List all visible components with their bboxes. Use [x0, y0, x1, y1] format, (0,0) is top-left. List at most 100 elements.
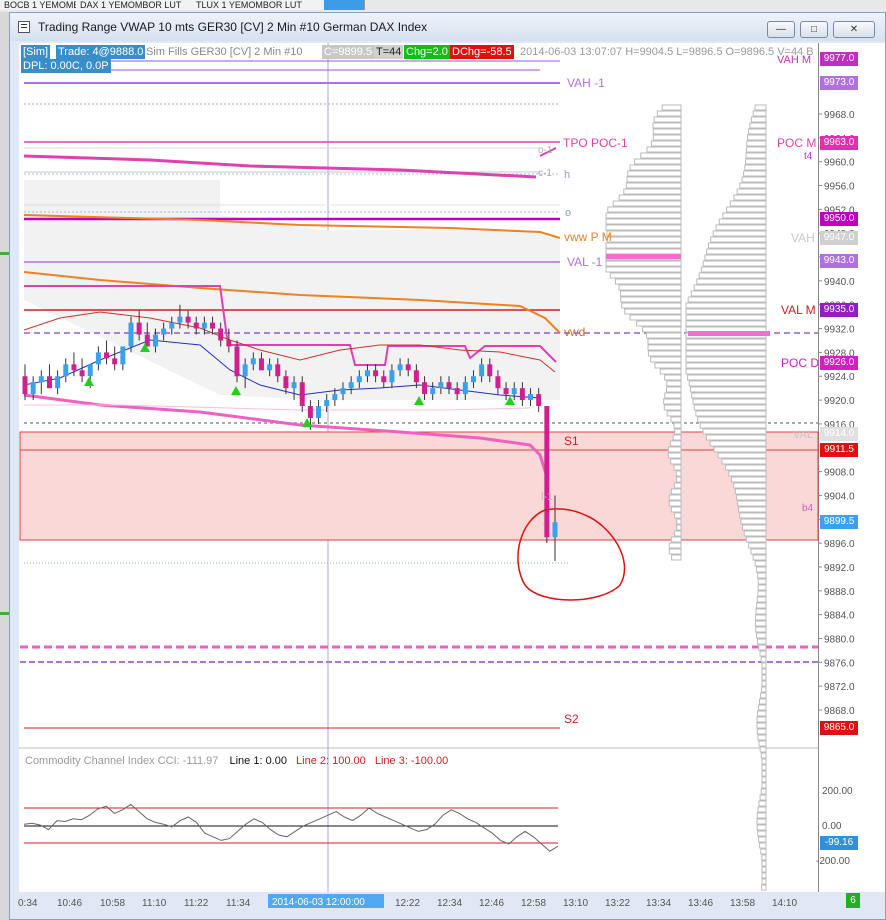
- profile-bar: [685, 338, 767, 345]
- profile-bar: [761, 662, 767, 669]
- candle-body[interactable]: [356, 376, 362, 383]
- profile-bar: [757, 572, 767, 579]
- candle-body[interactable]: [169, 322, 175, 329]
- price-tag: 9977.0: [820, 52, 858, 66]
- candle-body[interactable]: [136, 322, 142, 335]
- profile-bar: [607, 206, 682, 213]
- candle-body[interactable]: [128, 322, 134, 347]
- candle-body[interactable]: [226, 340, 232, 347]
- candle-body[interactable]: [364, 370, 370, 377]
- candle-body[interactable]: [299, 382, 305, 407]
- candle-body[interactable]: [95, 352, 101, 365]
- candle-body[interactable]: [22, 376, 28, 395]
- profile-bar: [690, 290, 767, 297]
- candle-body[interactable]: [422, 382, 428, 395]
- label-val1: VAL -1: [567, 255, 603, 269]
- profile-bar: [761, 782, 767, 789]
- candle-body[interactable]: [307, 406, 313, 418]
- candle-body[interactable]: [258, 358, 264, 371]
- profile-bar: [676, 524, 682, 531]
- candle-body[interactable]: [218, 328, 224, 341]
- candle-body[interactable]: [234, 346, 240, 377]
- candle-body[interactable]: [291, 382, 297, 389]
- profile-bar: [743, 170, 767, 177]
- candle-body[interactable]: [470, 376, 476, 383]
- candle-body[interactable]: [112, 358, 118, 365]
- candle-body[interactable]: [63, 364, 69, 377]
- candle-body[interactable]: [462, 382, 468, 395]
- candle-body[interactable]: [104, 352, 110, 359]
- profile-bar: [647, 350, 682, 357]
- cci-line2-label: Line 2: 100.00: [296, 755, 366, 767]
- profile-bar: [699, 422, 767, 429]
- candle-body[interactable]: [250, 358, 256, 365]
- profile-bar: [650, 356, 682, 363]
- profile-bar: [759, 746, 767, 753]
- candle-body[interactable]: [324, 400, 330, 407]
- candle-body[interactable]: [267, 364, 273, 371]
- candle-body[interactable]: [373, 370, 379, 377]
- candle-body[interactable]: [38, 376, 44, 383]
- candle-body[interactable]: [503, 388, 509, 395]
- profile-bar: [748, 542, 767, 549]
- candle-body[interactable]: [71, 364, 77, 371]
- candle-body[interactable]: [161, 328, 167, 335]
- candle-body[interactable]: [536, 394, 542, 407]
- candle-body[interactable]: [316, 406, 322, 418]
- candle-body[interactable]: [275, 364, 281, 377]
- candle-body[interactable]: [479, 364, 485, 377]
- candle-body[interactable]: [120, 346, 126, 365]
- candle-body[interactable]: [413, 370, 419, 383]
- candle-body[interactable]: [87, 364, 93, 377]
- candle-body[interactable]: [511, 388, 517, 395]
- candle-body[interactable]: [487, 364, 493, 377]
- candle-body[interactable]: [519, 388, 525, 401]
- price-chart[interactable]: 9968.09964.09960.09956.09952.09948.09944…: [0, 0, 886, 920]
- profile-bar: [697, 416, 767, 423]
- candle-body[interactable]: [79, 370, 85, 377]
- candle-body[interactable]: [46, 376, 52, 389]
- candle-body[interactable]: [177, 316, 183, 323]
- profile-bar: [700, 266, 767, 273]
- label-tpo-poc1: TPO POC-1: [563, 136, 628, 150]
- profile-bar: [688, 380, 767, 387]
- candle-body[interactable]: [381, 376, 387, 383]
- candle-body[interactable]: [283, 376, 289, 389]
- time-tick-label: 10:58: [100, 898, 125, 909]
- sim-badge: [Sim]: [21, 45, 51, 59]
- time-tick-label: 12:46: [479, 898, 504, 909]
- candle-body[interactable]: [340, 388, 346, 395]
- time-axis[interactable]: 0:34 10:46 10:58 11:10 11:22 11:34 12:22 12:34 1…: [18, 894, 797, 909]
- profile-bar: [664, 374, 682, 381]
- profile-bar: [760, 788, 767, 795]
- candle-body[interactable]: [544, 406, 550, 538]
- candle-body[interactable]: [430, 388, 436, 395]
- price-tick-label: 9920.0: [824, 396, 855, 407]
- candle-body[interactable]: [438, 382, 444, 389]
- price-tag: 9973.0: [820, 76, 858, 90]
- profile-bar: [733, 482, 767, 489]
- profile-bar: [741, 524, 767, 531]
- profile-bar: [690, 386, 767, 393]
- candle-body[interactable]: [348, 382, 354, 389]
- time-tick-label: 0:34: [18, 898, 38, 909]
- candle-body[interactable]: [55, 376, 61, 389]
- candle-body[interactable]: [389, 370, 395, 383]
- price-tick-label: 9876.0: [824, 658, 855, 669]
- candle-body[interactable]: [210, 322, 216, 329]
- candle-body[interactable]: [552, 522, 558, 538]
- candle-body[interactable]: [332, 394, 338, 401]
- candle-body[interactable]: [397, 364, 403, 371]
- candle-body[interactable]: [30, 382, 36, 395]
- candle-body[interactable]: [185, 316, 191, 323]
- candle-body[interactable]: [528, 394, 534, 401]
- candle-body[interactable]: [193, 322, 199, 329]
- candle-body[interactable]: [495, 376, 501, 389]
- candle-body[interactable]: [446, 382, 452, 389]
- candle-body[interactable]: [201, 322, 207, 329]
- candle-body[interactable]: [242, 364, 248, 377]
- label-vah1: VAH -1: [567, 76, 605, 90]
- candle-body[interactable]: [454, 388, 460, 395]
- candle-body[interactable]: [152, 334, 158, 347]
- candle-body[interactable]: [405, 364, 411, 371]
